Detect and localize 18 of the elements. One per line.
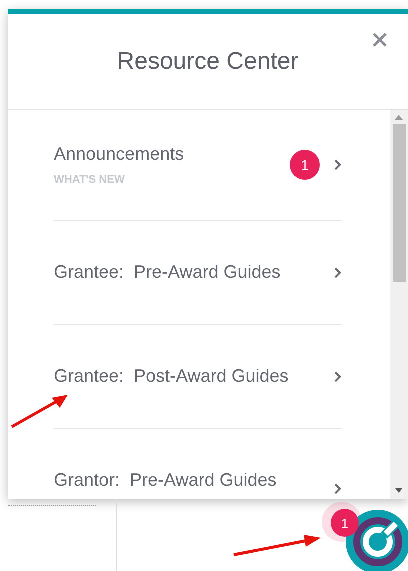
chevron-icon[interactable] [334,370,342,382]
annotation-arrow-icon [10,393,70,429]
panel-title: Resource Center [117,48,299,76]
scrollbar[interactable] [390,110,408,499]
close-icon[interactable] [372,32,388,48]
chevron-icon[interactable] [334,483,342,495]
menu-item-title[interactable]: Grantee: Post-Award Guides [54,366,334,387]
menu-item-title[interactable]: Grantee: Pre-Award Guides [54,262,334,283]
annotation-arrow-icon [232,533,322,557]
scroll-down-arrow-icon[interactable] [395,488,403,493]
launcher-logo-icon[interactable] [346,510,408,571]
notification-badge: 1 [331,509,359,537]
menu-item-subtitle: WHAT'S NEW [54,174,126,186]
chevron-icon[interactable] [334,266,342,278]
count-badge: 1 [290,150,320,180]
chevron-icon[interactable] [334,159,342,171]
menu-item-title[interactable]: Announcements [54,144,290,165]
menu-item-title[interactable]: Grantor: Pre-Award Guides [54,470,334,491]
